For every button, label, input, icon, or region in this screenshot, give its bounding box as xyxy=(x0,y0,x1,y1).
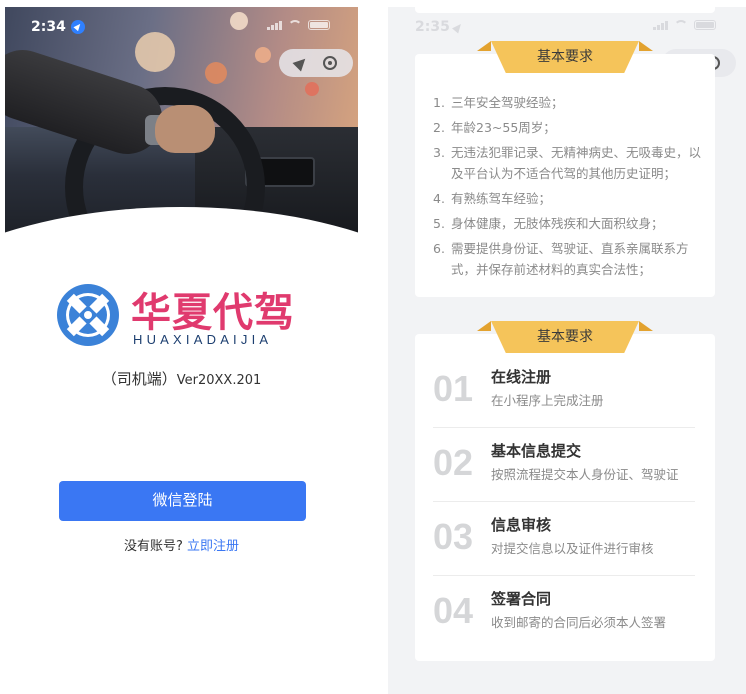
list-item: 5. 身体健康，无肢体残疾和大面积纹身； xyxy=(433,216,664,231)
wifi-icon xyxy=(674,20,688,30)
process-step: 04 签署合同 收到邮寄的合同后必须本人签署 xyxy=(433,576,695,650)
list-item: 4. 有熟练驾车经验； xyxy=(433,191,552,206)
driver-login-screen: 2:34 华夏代驾 HUAXIADAIJIA （司机端）Ver20XX.201 … xyxy=(5,7,358,694)
step-number: 03 xyxy=(433,516,474,557)
requirements-screen: 2:35 基本要求 1. 三年安全驾驶经验； 2. 年龄23~55周岁； 3. … xyxy=(388,7,746,694)
battery-icon xyxy=(308,20,330,30)
step-title: 基本信息提交 xyxy=(491,442,582,460)
requirements-card: 基本要求 1. 三年安全驾驶经验； 2. 年龄23~55周岁； 3. 无违法犯罪… xyxy=(415,41,715,297)
register-prompt-line: 没有账号? 立即注册 xyxy=(5,535,358,554)
version-number: Ver20XX.201 xyxy=(176,373,262,388)
step-number: 02 xyxy=(433,442,474,483)
brand-logo: 华夏代驾 HUAXIADAIJIA xyxy=(55,280,315,355)
section-title: 基本要求 xyxy=(537,49,593,65)
step-description: 在小程序上完成注册 xyxy=(491,393,604,408)
location-icon xyxy=(70,20,85,34)
section-title: 基本要求 xyxy=(537,329,593,345)
process-card: 基本要求 01 在线注册 在小程序上完成注册 02 基本信息提交 按照流程提交本… xyxy=(415,321,715,661)
hero-image xyxy=(5,7,358,247)
step-description: 按照流程提交本人身份证、驾驶证 xyxy=(491,467,679,482)
step-description: 对提交信息以及证件进行审核 xyxy=(491,541,654,556)
status-icons xyxy=(653,20,716,30)
list-item: 3. 无违法犯罪记录、无精神病史、无吸毒史，以及平台认为不适合代驾的其他历史证明… xyxy=(433,145,702,181)
signal-icon xyxy=(653,20,668,30)
brand-name-en: HUAXIADAIJIA xyxy=(133,332,273,347)
section-ribbon: 基本要求 xyxy=(477,41,653,73)
step-number: 04 xyxy=(433,590,474,631)
wifi-icon xyxy=(288,20,302,30)
list-item: 2. 年龄23~55周岁； xyxy=(433,120,556,135)
brand-name-cn: 华夏代驾 xyxy=(131,290,295,336)
close-target-icon[interactable] xyxy=(323,56,337,70)
brand-emblem-icon xyxy=(57,284,119,346)
step-title: 信息审核 xyxy=(491,516,552,534)
battery-icon xyxy=(694,20,716,30)
step-title: 在线注册 xyxy=(491,368,552,386)
version-label: （司机端） xyxy=(101,370,177,388)
mini-program-capsule[interactable] xyxy=(279,49,353,77)
step-number: 01 xyxy=(433,368,474,409)
app-version: （司机端）Ver20XX.201 xyxy=(5,368,358,389)
signal-icon xyxy=(267,20,282,30)
list-item: 1. 三年安全驾驶经验； xyxy=(433,95,564,110)
register-prompt: 没有账号? xyxy=(123,539,183,554)
previous-card-edge xyxy=(415,7,715,13)
process-step: 03 信息审核 对提交信息以及证件进行审核 xyxy=(433,502,695,576)
list-item: 6. 需要提供身份证、驾驶证、直系亲属联系方式，并保存前述材料的真实合法性； xyxy=(433,241,689,277)
step-title: 签署合同 xyxy=(491,590,552,608)
section-ribbon: 基本要求 xyxy=(477,321,653,353)
requirements-list: 1. 三年安全驾驶经验； 2. 年龄23~55周岁； 3. 无违法犯罪记录、无精… xyxy=(433,92,703,284)
status-time: 2:35 xyxy=(415,19,450,35)
step-description: 收到邮寄的合同后必须本人签署 xyxy=(491,615,667,630)
status-icons xyxy=(267,20,330,30)
location-icon xyxy=(451,20,464,34)
process-step: 01 在线注册 在小程序上完成注册 xyxy=(433,354,695,428)
status-bar: 2:34 xyxy=(31,19,85,35)
process-step: 02 基本信息提交 按照流程提交本人身份证、驾驶证 xyxy=(433,428,695,502)
status-bar: 2:35 xyxy=(415,19,464,35)
status-time: 2:34 xyxy=(31,19,66,35)
register-link[interactable]: 立即注册 xyxy=(187,539,239,554)
wechat-login-button[interactable]: 微信登陆 xyxy=(59,481,306,521)
location-arrow-icon[interactable] xyxy=(292,54,310,72)
